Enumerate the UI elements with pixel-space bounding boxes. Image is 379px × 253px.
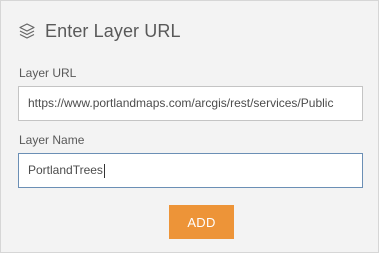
panel-header: Enter Layer URL [18,19,181,43]
layer-name-label: Layer Name [19,133,85,147]
layer-url-input[interactable]: https://www.portlandmaps.com/arcgis/rest… [18,86,363,121]
layer-url-value: https://www.portlandmaps.com/arcgis/rest… [28,96,334,110]
panel-title: Enter Layer URL [45,20,181,41]
add-layer-panel: Enter Layer URL Layer URL https://www.po… [0,0,379,253]
add-button[interactable]: ADD [169,205,234,239]
layers-icon [18,22,36,40]
layer-name-input[interactable]: PortlandTrees [18,153,363,188]
text-cursor [103,163,105,178]
layer-url-label: Layer URL [19,66,77,80]
layer-name-value: PortlandTrees [28,163,103,177]
